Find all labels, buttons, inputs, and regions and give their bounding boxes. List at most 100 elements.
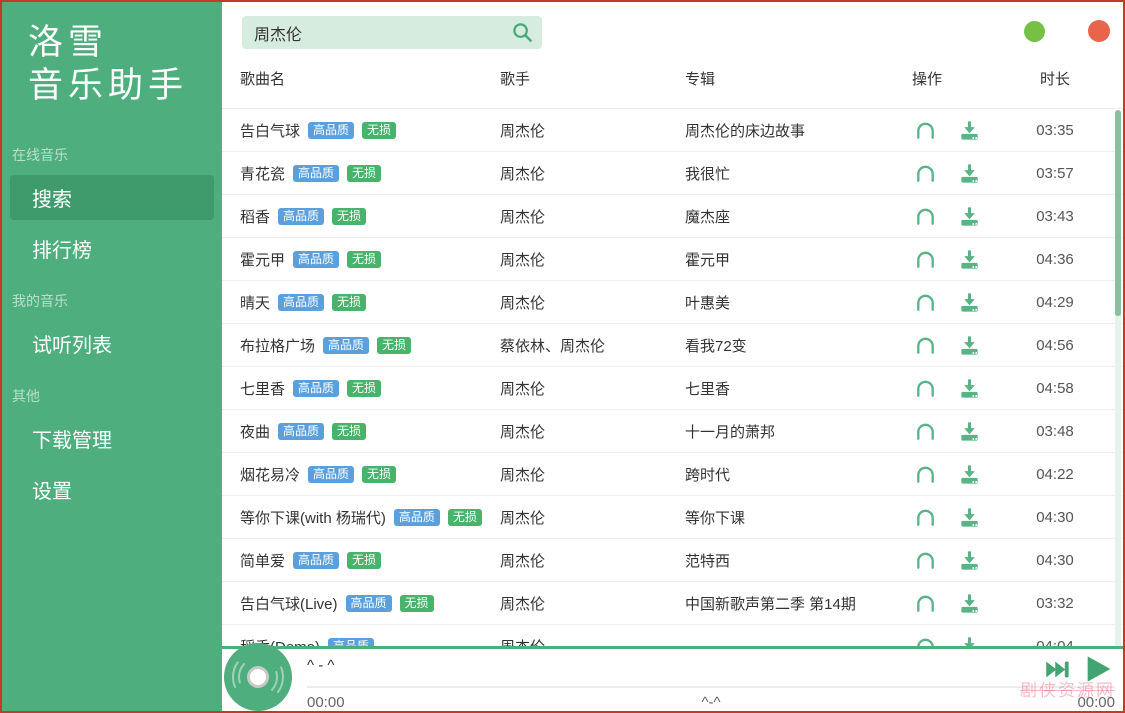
song-tags: 高品质无损: [300, 121, 396, 139]
song-duration: 04:56: [1000, 337, 1110, 354]
song-operations: [895, 334, 1000, 357]
sidebar-item-leaderboard[interactable]: 排行榜: [10, 226, 214, 271]
song-name-cell: 稻香 高品质无损: [240, 206, 500, 227]
listen-icon[interactable]: [914, 592, 937, 615]
listen-icon[interactable]: [914, 119, 937, 142]
song-album: 等你下课: [685, 507, 895, 528]
download-icon[interactable]: [958, 549, 981, 572]
app-window: 洛雪 音乐助手 在线音乐 搜索 排行榜 我的音乐 试听列表 其他 下载管理 设置: [0, 0, 1125, 713]
song-album: 周杰伦的床边故事: [685, 120, 895, 141]
song-duration: 04:30: [1000, 509, 1110, 526]
quality-tag: 无损: [347, 380, 381, 397]
table-row[interactable]: 简单爱 高品质无损 周杰伦 范特西 04:30: [222, 539, 1123, 582]
listen-icon[interactable]: [914, 248, 937, 271]
table-row[interactable]: 稻香 高品质无损 周杰伦 魔杰座 03:43: [222, 195, 1123, 238]
download-icon[interactable]: [958, 162, 981, 185]
table-row[interactable]: 烟花易冷 高品质无损 周杰伦 跨时代 04:22: [222, 453, 1123, 496]
table-row[interactable]: 青花瓷 高品质无损 周杰伦 我很忙 03:57: [222, 152, 1123, 195]
download-icon[interactable]: [958, 420, 981, 443]
song-operations: [895, 420, 1000, 443]
song-artist: 周杰伦: [500, 378, 685, 399]
search-bar: [242, 16, 542, 49]
quality-tag: 无损: [400, 595, 434, 612]
listen-icon[interactable]: [914, 334, 937, 357]
listen-icon[interactable]: [914, 549, 937, 572]
quality-tag: 高品质: [323, 337, 369, 354]
song-name-cell: 等你下课(with 杨瑞代) 高品质无损: [240, 507, 500, 528]
sidebar-item-label: 搜索: [32, 189, 72, 211]
song-tags: 高品质无损: [270, 422, 366, 440]
sidebar-nav: 在线音乐 搜索 排行榜 我的音乐 试听列表 其他 下载管理 设置: [2, 131, 222, 512]
song-tags: 高品质无损: [270, 293, 366, 311]
song-artist: 周杰伦: [500, 292, 685, 313]
scrollbar-track[interactable]: [1115, 110, 1121, 648]
song-name-cell: 烟花易冷 高品质无损: [240, 464, 500, 485]
table-row[interactable]: 霍元甲 高品质无损 周杰伦 霍元甲 04:36: [222, 238, 1123, 281]
player-progress-bar[interactable]: [307, 686, 1115, 688]
download-icon[interactable]: [958, 506, 981, 529]
next-track-icon[interactable]: [1044, 656, 1071, 683]
table-row[interactable]: 晴天 高品质无损 周杰伦 叶惠美 04:29: [222, 281, 1123, 324]
song-name-cell: 告白气球 高品质无损: [240, 120, 500, 141]
quality-tag: 高品质: [278, 294, 324, 311]
sidebar-item-settings[interactable]: 设置: [10, 467, 214, 512]
song-duration: 03:57: [1000, 165, 1110, 182]
download-icon[interactable]: [958, 463, 981, 486]
song-name-cell: 霍元甲 高品质无损: [240, 249, 500, 270]
song-duration: 04:30: [1000, 552, 1110, 569]
listen-icon[interactable]: [914, 420, 937, 443]
download-icon[interactable]: [958, 377, 981, 400]
listen-icon[interactable]: [914, 506, 937, 529]
minimize-button[interactable]: [1024, 21, 1045, 42]
header-duration: 时长: [1000, 68, 1110, 89]
song-name: 等你下课(with 杨瑞代): [240, 507, 386, 528]
sidebar-item-label: 下载管理: [32, 430, 112, 452]
search-input[interactable]: [242, 16, 542, 49]
song-operations: [895, 248, 1000, 271]
player-controls: [1044, 653, 1113, 685]
download-icon[interactable]: [958, 291, 981, 314]
scrollbar-thumb[interactable]: [1115, 110, 1121, 316]
sidebar-item-search[interactable]: 搜索: [10, 175, 214, 220]
table-row[interactable]: 七里香 高品质无损 周杰伦 七里香 04:58: [222, 367, 1123, 410]
quality-tag: 无损: [347, 552, 381, 569]
song-artist: 周杰伦: [500, 464, 685, 485]
song-tags: 高品质无损: [315, 336, 411, 354]
download-icon[interactable]: [958, 592, 981, 615]
song-tags: 高品质无损: [300, 465, 396, 483]
sidebar-item-listen-list[interactable]: 试听列表: [10, 321, 214, 366]
download-icon[interactable]: [958, 119, 981, 142]
song-album: 魔杰座: [685, 206, 895, 227]
table-row[interactable]: 告白气球(Live) 高品质无损 周杰伦 中国新歌声第二季 第14期 03:32: [222, 582, 1123, 625]
listen-icon[interactable]: [914, 291, 937, 314]
vinyl-disc-icon: [224, 643, 292, 711]
song-album: 跨时代: [685, 464, 895, 485]
download-icon[interactable]: [958, 248, 981, 271]
song-name: 简单爱: [240, 550, 285, 571]
quality-tag: 无损: [332, 294, 366, 311]
play-button-icon[interactable]: [1081, 653, 1113, 685]
song-album: 看我72变: [685, 335, 895, 356]
song-name: 稻香: [240, 206, 270, 227]
table-row[interactable]: 告白气球 高品质无损 周杰伦 周杰伦的床边故事 03:35: [222, 109, 1123, 152]
listen-icon[interactable]: [914, 377, 937, 400]
table-row[interactable]: 夜曲 高品质无损 周杰伦 十一月的萧邦 03:48: [222, 410, 1123, 453]
song-name-cell: 晴天 高品质无损: [240, 292, 500, 313]
player-song-title: ^ - ^: [307, 657, 334, 674]
download-icon[interactable]: [958, 334, 981, 357]
listen-icon[interactable]: [914, 463, 937, 486]
listen-icon[interactable]: [914, 162, 937, 185]
close-button[interactable]: [1088, 20, 1110, 42]
song-operations: [895, 119, 1000, 142]
table-row[interactable]: 布拉格广场 高品质无损 蔡依林、周杰伦 看我72变 04:56: [222, 324, 1123, 367]
table-row[interactable]: 等你下课(with 杨瑞代) 高品质无损 周杰伦 等你下课 04:30: [222, 496, 1123, 539]
song-album: 霍元甲: [685, 249, 895, 270]
header-album: 专辑: [685, 68, 895, 89]
song-tags: 高品质无损: [338, 594, 434, 612]
search-icon[interactable]: [511, 21, 534, 44]
listen-icon[interactable]: [914, 205, 937, 228]
player-bar: ^ - ^ 00:00 ^-^ 00:00 剧侠资源网: [222, 646, 1123, 711]
sidebar-item-download-manager[interactable]: 下载管理: [10, 416, 214, 461]
download-icon[interactable]: [958, 205, 981, 228]
quality-tag: 高品质: [346, 595, 392, 612]
